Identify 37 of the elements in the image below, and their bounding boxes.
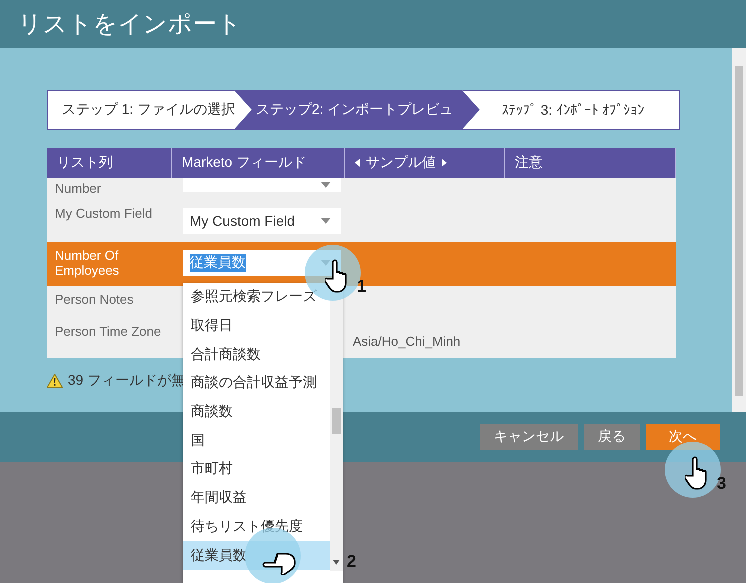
- wizard-step[interactable]: ｽﾃｯﾌﾟ 3: ｲﾝﾎﾟｰﾄ ｵﾌﾟｼｮﾝ: [462, 90, 680, 130]
- list-column-cell: Person Time Zone: [55, 324, 162, 339]
- warning-icon: [47, 374, 63, 388]
- dropdown-option[interactable]: 待ちリスト優先度: [183, 512, 330, 542]
- dialog-button[interactable]: 戻る: [584, 424, 640, 450]
- caret-icon: [321, 218, 331, 224]
- step-number: 3: [717, 474, 726, 494]
- dialog-button[interactable]: キャンセル: [480, 424, 578, 450]
- scrollbar-thumb[interactable]: [735, 66, 743, 396]
- field-select[interactable]: My Custom Field: [183, 208, 341, 234]
- column-header: サンプル値: [366, 154, 436, 172]
- list-column-cell: Person Notes: [55, 292, 134, 307]
- list-column-cell: My Custom Field: [55, 206, 153, 221]
- scroll-down-arrow-icon[interactable]: [333, 560, 340, 565]
- dropdown-option[interactable]: 取得日: [183, 312, 330, 340]
- dropdown-option[interactable]: 商談の合計収益予測: [183, 369, 330, 398]
- scrollbar-thumb[interactable]: [332, 408, 341, 434]
- step-number: 2: [347, 552, 356, 572]
- wizard-step[interactable]: ステップ2: インポートプレビュ: [234, 90, 480, 130]
- list-column-cell: Number: [55, 181, 102, 196]
- column-header: Marketo フィールド: [182, 154, 306, 172]
- dropdown-option[interactable]: 市町村: [183, 455, 330, 484]
- window-title: リストをインポート: [18, 10, 242, 40]
- column-header: 注意: [515, 154, 543, 172]
- dropdown-option[interactable]: 合計商談数: [183, 340, 330, 370]
- scrollbar[interactable]: [732, 48, 746, 412]
- wizard-step[interactable]: ステップ 1: ファイルの選択: [47, 90, 252, 130]
- caret-icon: [321, 182, 331, 188]
- sample-value-cell: Asia/Ho_Chi_Minh: [353, 334, 461, 349]
- right-arrow-icon[interactable]: [442, 159, 447, 167]
- column-header: リスト列: [57, 154, 113, 172]
- dropdown-option[interactable]: 国: [183, 426, 330, 456]
- left-arrow-icon[interactable]: [355, 159, 360, 167]
- list-column-cell: Number Of Employees: [55, 248, 120, 278]
- field-select[interactable]: [183, 178, 341, 192]
- dropdown-option[interactable]: 商談数: [183, 398, 330, 426]
- dropdown-option[interactable]: 年間収益: [183, 484, 330, 512]
